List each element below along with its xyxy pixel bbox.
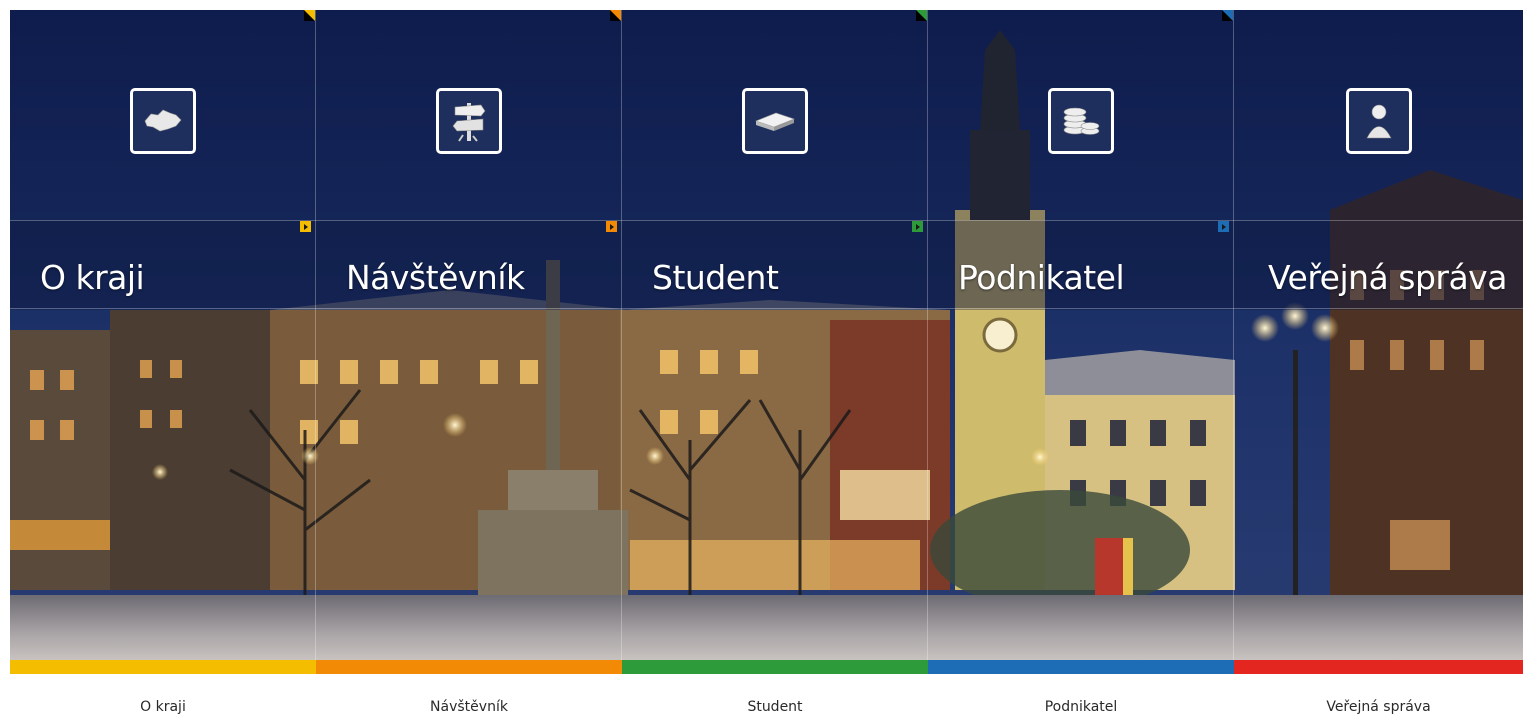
corner-marker xyxy=(304,10,315,21)
section-tile-verejna-sprava[interactable]: Veřejná správa xyxy=(1234,10,1523,670)
section-title[interactable]: Student xyxy=(652,258,779,297)
bottom-link-navstevnik[interactable]: Návštěvník xyxy=(430,699,508,715)
section-title[interactable]: Návštěvník xyxy=(346,258,525,297)
arrow-marker-icon xyxy=(1218,221,1229,232)
color-strip-navstevnik xyxy=(316,660,622,674)
bottom-link-verejna-sprava[interactable]: Veřejná správa xyxy=(1326,699,1430,715)
arrow-marker-icon xyxy=(606,221,617,232)
person-icon[interactable] xyxy=(1345,88,1412,154)
section-title[interactable]: Podnikatel xyxy=(958,258,1125,297)
section-title[interactable]: Veřejná správa xyxy=(1268,258,1507,297)
bottom-nav-item: Student xyxy=(622,674,928,725)
section-title[interactable]: O kraji xyxy=(40,258,145,297)
arrow-marker-icon xyxy=(300,221,311,232)
bottom-nav-item: Veřejná správa xyxy=(1234,674,1523,725)
color-strip-student xyxy=(622,660,928,674)
bottom-nav-item: Návštěvník xyxy=(316,674,622,725)
section-tile-navstevnik[interactable]: Návštěvník xyxy=(316,10,621,670)
bottom-nav-item: O kraji xyxy=(10,674,316,725)
bottom-link-student[interactable]: Student xyxy=(747,699,802,715)
section-tile-o-kraji[interactable]: O kraji xyxy=(10,10,315,670)
bottom-link-o-kraji[interactable]: O kraji xyxy=(140,699,186,715)
coins-icon[interactable] xyxy=(1047,88,1114,154)
czech-map-icon[interactable] xyxy=(129,88,196,154)
corner-marker xyxy=(610,10,621,21)
section-tile-student[interactable]: Student xyxy=(622,10,927,670)
color-strip-o-kraji xyxy=(10,660,316,674)
corner-marker xyxy=(1222,10,1233,21)
bottom-nav-item: Podnikatel xyxy=(928,674,1234,725)
book-icon[interactable] xyxy=(741,88,808,154)
section-tile-podnikatel[interactable]: Podnikatel xyxy=(928,10,1233,670)
bottom-link-podnikatel[interactable]: Podnikatel xyxy=(1045,699,1118,715)
arrow-marker-icon xyxy=(912,221,923,232)
color-strip-podnikatel xyxy=(928,660,1234,674)
hero-panel: O kraji Návštěvník Student Podnikatel Ve… xyxy=(10,10,1523,672)
signpost-icon[interactable] xyxy=(435,88,502,154)
color-strip-verejna-sprava xyxy=(1234,660,1523,674)
corner-marker xyxy=(916,10,927,21)
